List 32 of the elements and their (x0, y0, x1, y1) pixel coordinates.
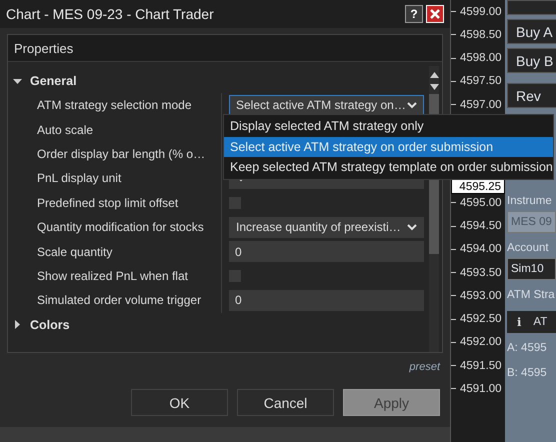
field-label: ATM Stra (507, 289, 555, 301)
price-label: 4593.00 (460, 290, 502, 302)
panel-header: Properties (8, 35, 442, 62)
property-label: PnL display unit (8, 166, 222, 191)
window-title: Chart - MES 09-23 - Chart Trader (6, 6, 215, 22)
price-label: 4591.50 (460, 360, 502, 372)
field-label: Instrume (507, 195, 552, 207)
bid-price: B: 4595 (507, 367, 547, 379)
price-label: 4598.00 (460, 52, 502, 64)
price-label: 4592.00 (460, 336, 502, 348)
property-label: ATM strategy selection mode (8, 93, 222, 118)
atm-value: AT (533, 316, 548, 328)
price-label: 4597.00 (460, 98, 502, 111)
price-label: 4593.50 (460, 266, 502, 279)
price-label: 4599.00 (460, 6, 502, 18)
price-label: 4594.00 (460, 243, 502, 256)
price-label: 4594.50 (460, 220, 502, 232)
last-price-marker: 4595.25 (451, 179, 505, 194)
price-label: 4598.50 (460, 28, 502, 41)
property-label: Order display bar length (% o… (8, 142, 222, 166)
price-label: 4595.00 (460, 196, 502, 209)
field-label: Account (507, 242, 549, 254)
property-label: Quantity modification for stocks (8, 214, 222, 240)
property-label: Show realized PnL when flat (8, 264, 222, 288)
property-label: Scale quantity (8, 239, 222, 264)
property-label: Predefined stop limit offset (8, 190, 222, 215)
ask-price: A: 4595 (507, 342, 547, 354)
price-label: 4591.00 (460, 382, 502, 395)
price-label: 4597.50 (460, 75, 502, 88)
price-label: 4592.50 (460, 313, 502, 326)
property-label: Simulated order volume trigger (8, 288, 222, 313)
property-label: Auto scale (8, 117, 222, 142)
